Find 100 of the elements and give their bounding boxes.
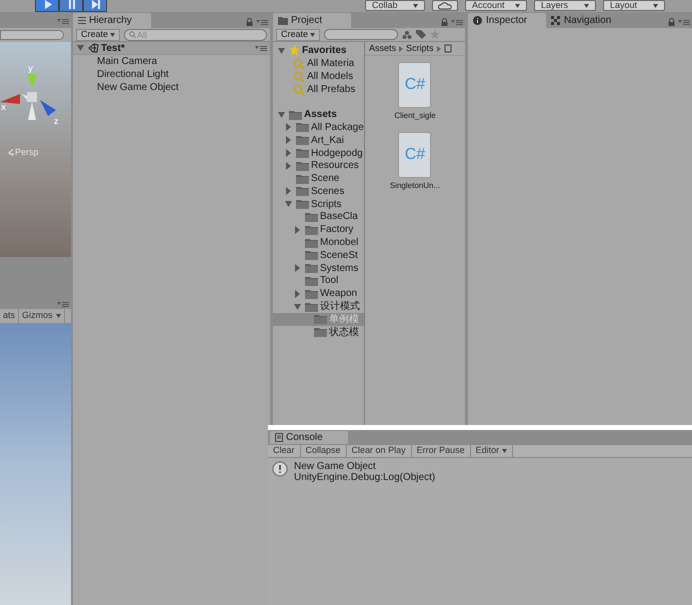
favorite-search-row[interactable]: All Prefabs (273, 83, 364, 96)
folder-label: Tool (320, 274, 338, 288)
breadcrumb-item[interactable]: Scripts (406, 42, 434, 56)
tag-icon[interactable] (416, 30, 426, 39)
folder-row[interactable]: Monobel (273, 236, 364, 249)
info-tab[interactable]: Inspector (468, 13, 546, 28)
console-toolbar-button[interactable]: Clear on Play (346, 445, 412, 457)
expanded-arrow-icon[interactable] (277, 110, 287, 118)
folder-label: Systems (320, 262, 358, 276)
panel-menu-icon[interactable] (678, 18, 690, 26)
folder-row[interactable]: Resources (273, 159, 364, 172)
folder-label: Factory (320, 223, 354, 238)
cloud-button[interactable] (432, 0, 458, 11)
expanded-arrow-icon[interactable] (76, 44, 86, 52)
folder-icon (296, 186, 309, 196)
folder-row[interactable]: SceneSt (273, 248, 364, 262)
star-icon (289, 45, 300, 56)
lock-icon[interactable] (441, 18, 448, 26)
folder-row[interactable]: BaseCla (273, 210, 364, 224)
hierarchy-item[interactable]: Directional Light (73, 68, 270, 81)
panel-menu-icon[interactable] (256, 18, 268, 26)
log-entry[interactable]: New Game Object UnityEngine.Debug:Log(Object) (268, 461, 692, 483)
assets-row[interactable]: Assets (273, 108, 364, 121)
console-toolbar-button[interactable]: Error Pause (412, 445, 471, 457)
folder-label: Scenes (311, 184, 344, 199)
folder-row[interactable]: All Package (273, 121, 364, 134)
folder-label: 设计模式 (320, 300, 360, 314)
folder-icon (296, 199, 309, 210)
toolbar-dropdown[interactable]: Collab (365, 0, 425, 11)
folder-row[interactable]: Systems (273, 262, 364, 275)
hierarchy-item[interactable]: New Game Object (73, 81, 270, 94)
scene-name: Test* (101, 42, 126, 56)
search-icon (293, 70, 305, 82)
expanded-arrow-icon[interactable] (277, 46, 287, 54)
project-tab[interactable]: Project (273, 13, 351, 28)
panel-menu-icon[interactable] (255, 44, 267, 52)
folder-icon (296, 160, 309, 171)
expanded-arrow-icon[interactable] (293, 302, 303, 311)
console-toolbar-button[interactable]: Clear (268, 445, 301, 457)
file-name: Client_sigle (394, 110, 436, 122)
expanded-arrow-icon[interactable] (284, 200, 294, 208)
folder-label: Hodgepodg (311, 146, 363, 160)
favorite-label: All Prefabs (307, 83, 356, 97)
filter-type-icon[interactable] (402, 30, 412, 39)
favorite-label: All Models (307, 70, 354, 84)
favorite-search-row[interactable]: All Materia (273, 57, 364, 70)
chevron-icon (8, 149, 14, 156)
navigation-icon (551, 16, 560, 25)
toolbar-dropdown[interactable]: Layout (603, 0, 665, 11)
folder-row[interactable]: Scripts (273, 198, 364, 211)
folder-row[interactable]: Factory (273, 223, 364, 236)
console-tab[interactable]: Console (270, 431, 348, 444)
folder-row[interactable]: Scenes (273, 184, 364, 198)
panel-menu-icon[interactable] (57, 300, 69, 308)
folder-icon (305, 224, 318, 235)
folder-row[interactable]: Tool (273, 274, 364, 288)
folder-label: Monobel (320, 236, 358, 250)
folder-icon (296, 174, 309, 184)
hierarchy-root-row[interactable]: Test* (73, 42, 270, 55)
folder-icon (296, 148, 309, 158)
star-icon[interactable] (430, 30, 440, 39)
folder-row[interactable]: Hodgepodg (273, 146, 364, 160)
file-name: SingletonUn... (390, 180, 440, 192)
folder-row[interactable]: Scene (273, 172, 364, 185)
folder-icon (305, 276, 318, 286)
folder-row[interactable]: Weapon (273, 287, 364, 300)
step-button[interactable] (83, 0, 107, 12)
breadcrumb-item[interactable]: Assets (369, 42, 396, 56)
panel-menu-icon[interactable] (57, 18, 69, 25)
search-field[interactable] (324, 29, 398, 40)
panel-menu-icon[interactable] (451, 18, 463, 26)
folder-label: BaseCla (320, 210, 358, 224)
console-toolbar-button[interactable]: Editor (470, 445, 514, 457)
pause-button[interactable] (59, 0, 83, 12)
toolbar-dropdown[interactable]: Account (465, 0, 527, 11)
folder-icon (278, 16, 288, 24)
caret-icon (653, 4, 658, 8)
hierarchy-tab[interactable]: Hierarchy (73, 13, 151, 28)
favorites-row[interactable]: Favorites (273, 44, 364, 57)
lock-icon[interactable] (668, 18, 675, 26)
toolbar-dropdown[interactable]: Layers (534, 0, 596, 11)
create-button[interactable]: Create (76, 28, 120, 40)
folder-icon (296, 135, 309, 146)
console-toolbar-button[interactable]: Collapse (300, 445, 347, 457)
search-icon (293, 84, 305, 96)
folder-row[interactable]: 状态模 (273, 326, 364, 339)
folder-label: Weapon (320, 287, 358, 300)
folder-label: 状态模 (329, 326, 359, 340)
folder-label: 单例模 (329, 312, 359, 326)
folder-row[interactable]: Art_Kai (273, 134, 364, 147)
console-icon (275, 433, 283, 442)
lock-icon[interactable] (246, 18, 253, 26)
search-field[interactable] (0, 30, 64, 40)
favorite-search-row[interactable]: All Models (273, 70, 364, 83)
play-button[interactable] (35, 0, 59, 12)
breadcrumb-separator-icon (436, 46, 441, 52)
create-button[interactable]: Create (276, 28, 320, 40)
folder-label: SceneSt (320, 248, 358, 263)
folder-row[interactable]: 设计模式 (273, 300, 364, 313)
hierarchy-item[interactable]: Main Camera (73, 55, 270, 68)
